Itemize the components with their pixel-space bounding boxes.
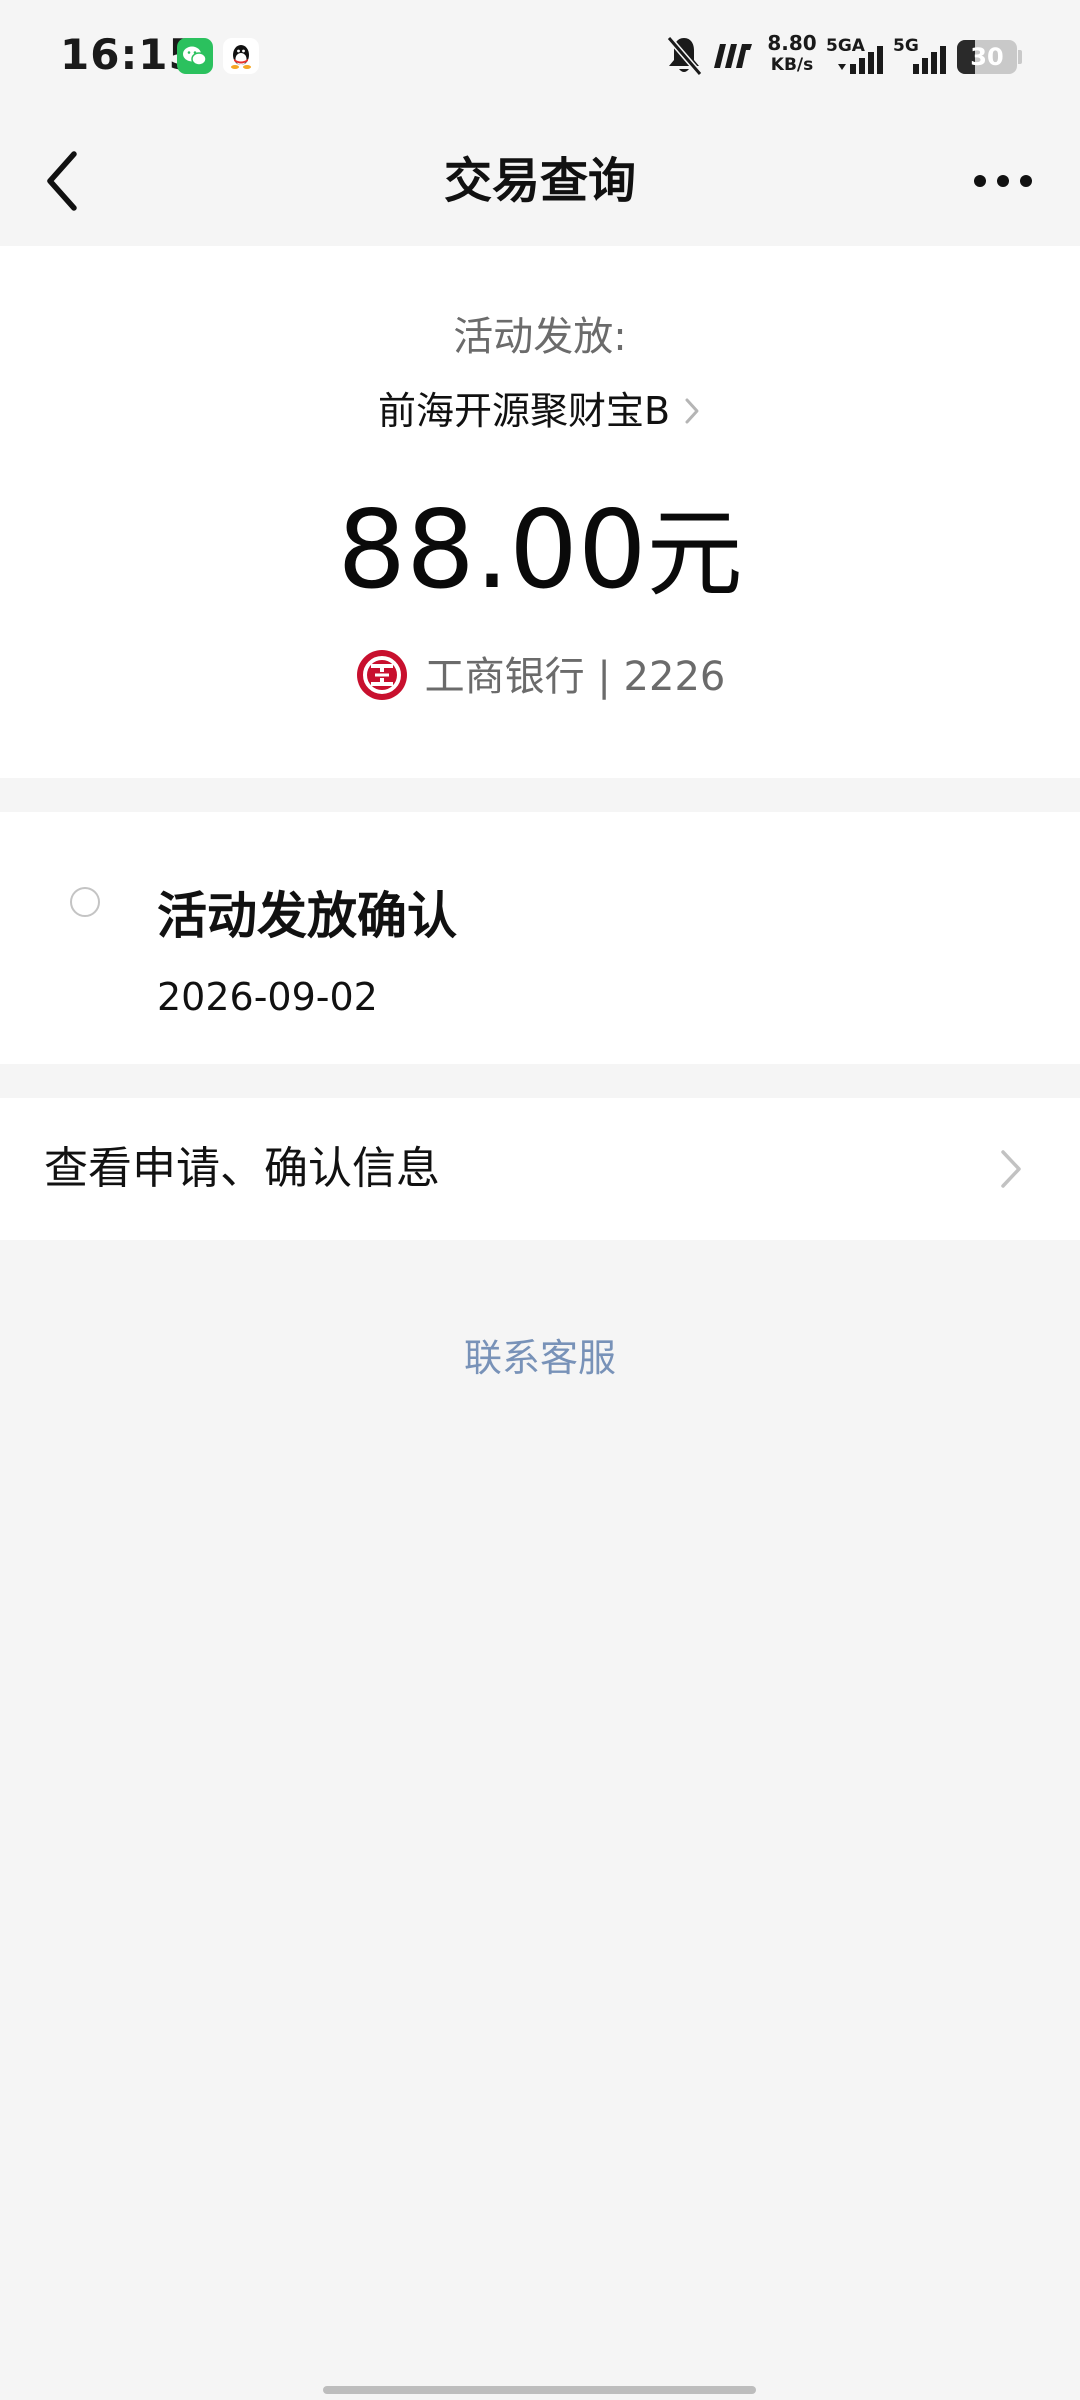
back-button[interactable] [40, 148, 90, 214]
battery-level: 30 [970, 43, 1004, 71]
battery-tip [1018, 50, 1022, 64]
status-bar: 16:15 8.80 KB/s 5GA 5G 30 [0, 0, 1080, 116]
timeline-date: 2026-09-02 [157, 975, 378, 1019]
contact-support-label: 联系客服 [463, 1336, 616, 1380]
bell-off-icon [664, 34, 704, 78]
page-title: 交易查询 [443, 153, 636, 209]
contact-support-link[interactable]: 联系客服 [0, 1328, 1080, 1388]
view-details-label: 查看申请、确认信息 [44, 1143, 440, 1194]
timeline-card: 活动发放确认 2026-09-02 [0, 812, 1080, 1064]
signal-icon [903, 44, 951, 76]
bank-name: 工商银行 | 2226 [424, 654, 726, 700]
view-details-row[interactable]: 查看申请、确认信息 [0, 1098, 1080, 1240]
net-speed: 8.80 KB/s [762, 32, 822, 76]
summary-label: 活动发放: [453, 314, 627, 360]
hd-icon [710, 40, 754, 70]
net-speed-unit: KB/s [770, 55, 814, 75]
nav-bar: 交易查询 [0, 116, 1080, 246]
more-dots-icon [974, 175, 1032, 187]
icbc-logo-icon [355, 648, 409, 702]
battery-icon: 30 [957, 40, 1017, 74]
qq-icon [223, 38, 259, 74]
signal-icon [836, 44, 884, 76]
chevron-right-icon [998, 1148, 1024, 1190]
bank-account: 工商银行 | 2226 [0, 648, 1080, 706]
timeline-title: 活动发放确认 [157, 887, 457, 945]
home-indicator[interactable] [323, 2386, 756, 2394]
chevron-left-icon [47, 151, 77, 211]
more-button[interactable] [970, 161, 1036, 201]
net-speed-value: 8.80 [767, 31, 817, 55]
wechat-icon [177, 38, 213, 74]
product-link[interactable]: 前海开源聚财宝B [0, 383, 1080, 439]
amount-unit: 元 [646, 498, 743, 610]
product-name: 前海开源聚财宝B [377, 389, 671, 433]
timeline-dot-icon [70, 887, 100, 917]
chevron-right-icon [682, 385, 702, 424]
amount-value: 88.00 [337, 488, 647, 613]
amount: 88.00元 [0, 486, 1080, 619]
summary-card: 活动发放: 前海开源聚财宝B 88.00元 工商银行 | 2226 [0, 246, 1080, 778]
